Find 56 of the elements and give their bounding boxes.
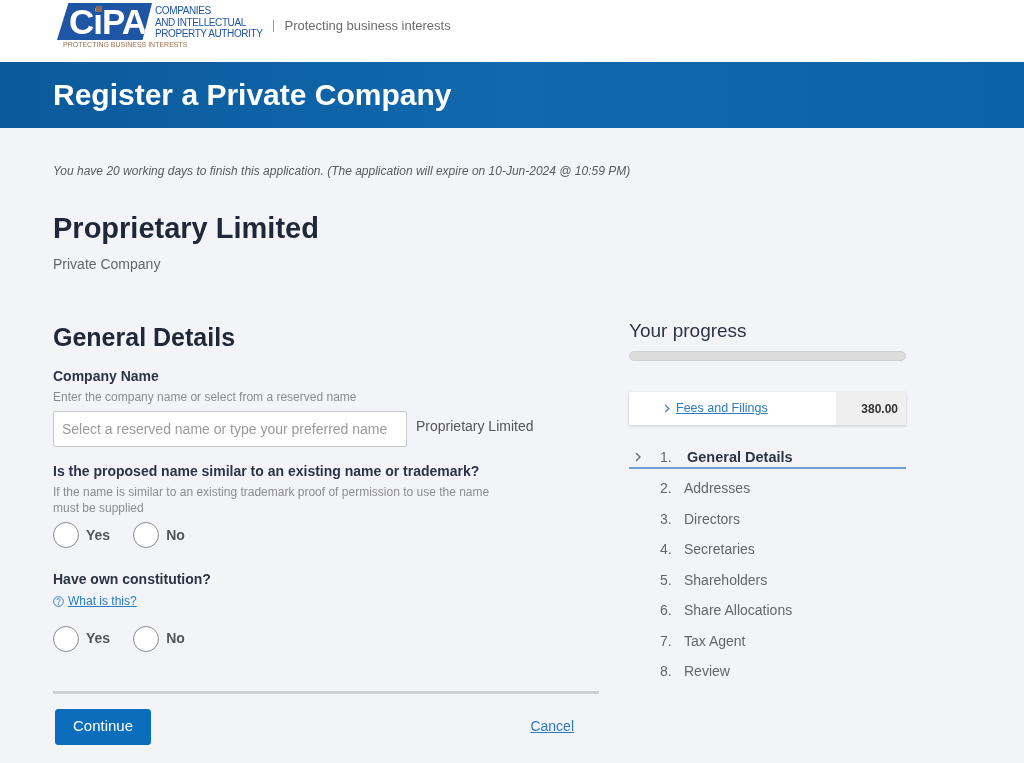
progress-step[interactable]: 8. Review (629, 656, 906, 687)
progress-step[interactable]: 4. Secretaries (629, 534, 906, 565)
step-number: 6. (660, 601, 673, 620)
deadline-notice: You have 20 working days to finish this application. (The application will expire on 10-Jun-2024 @ 10:59 PM) (53, 163, 632, 179)
continue-button[interactable]: Continue (55, 708, 151, 745)
progress-step[interactable]: 3. Directors (629, 503, 906, 534)
fees-amount: 380.00 (836, 392, 906, 425)
field-label: Have own constitution? (53, 570, 212, 589)
logo-mark: CiPA (57, 3, 152, 40)
step-number: 7. (660, 631, 673, 651)
step-label: Shareholders (684, 570, 768, 590)
option-label[interactable]: No (166, 524, 185, 546)
step-label: Secretaries (684, 540, 755, 559)
radio-button[interactable] (133, 625, 160, 652)
fees-link[interactable]: Fees and Filings (664, 399, 768, 418)
radio-button[interactable] (53, 522, 79, 548)
step-label: Directors (684, 509, 740, 529)
step-label: General Details (687, 448, 793, 467)
help-icon (53, 595, 64, 607)
step-label: Tax Agent (684, 631, 746, 651)
cancel-link[interactable]: Cancel (530, 716, 574, 737)
radio-button[interactable] (53, 625, 79, 652)
progress-step[interactable]: 2. Addresses (629, 473, 906, 504)
field-label: Company Name (53, 367, 160, 386)
progress-step[interactable]: 7. Tax Agent (629, 625, 906, 656)
chevron-right-icon (664, 404, 670, 413)
logo-name: COMPANIES AND INTELLECTUAL PROPERTY AUTHORITY (155, 4, 263, 40)
field-label: Is the proposed name similar to an existing name or trademark? (53, 462, 481, 481)
step-label: Share Allocations (684, 601, 793, 620)
step-number: 5. (660, 570, 673, 590)
progress-step[interactable]: 1. General Details (629, 447, 906, 469)
step-number: 1. (660, 448, 673, 467)
section-title: General Details (53, 322, 237, 353)
option-label[interactable]: No (166, 628, 185, 649)
step-label: Addresses (684, 479, 751, 498)
option-label[interactable]: Yes (86, 628, 111, 649)
company-type-subtitle: Private Company (53, 255, 162, 274)
chevron-right-icon (635, 452, 641, 462)
progress-step[interactable]: 6. Share Allocations (629, 595, 906, 626)
help-link[interactable]: What is this? (53, 593, 137, 609)
progress-title: Your progress (629, 319, 748, 343)
field-hint: If the name is similar to an existing trademark proof of permission to use the name must be supplied (53, 484, 491, 516)
company-name-input[interactable]: Select a reserved name or type your preferred name (53, 411, 407, 447)
step-number: 3. (660, 509, 673, 529)
header-tagline: Protecting business interests (284, 17, 451, 36)
step-number: 2. (660, 479, 673, 498)
name-suffix: Proprietary Limited (416, 416, 534, 436)
step-number: 8. (660, 662, 673, 681)
step-label: Review (684, 662, 730, 681)
option-label[interactable]: Yes (86, 524, 111, 546)
company-type-title: Proprietary Limited (53, 211, 320, 246)
page-title: Register a Private Company (53, 77, 452, 113)
step-number: 4. (660, 540, 673, 559)
progress-step[interactable]: 5. Shareholders (629, 564, 906, 595)
radio-button[interactable] (133, 522, 160, 548)
field-hint: Enter the company name or select from a reserved name (53, 389, 358, 405)
